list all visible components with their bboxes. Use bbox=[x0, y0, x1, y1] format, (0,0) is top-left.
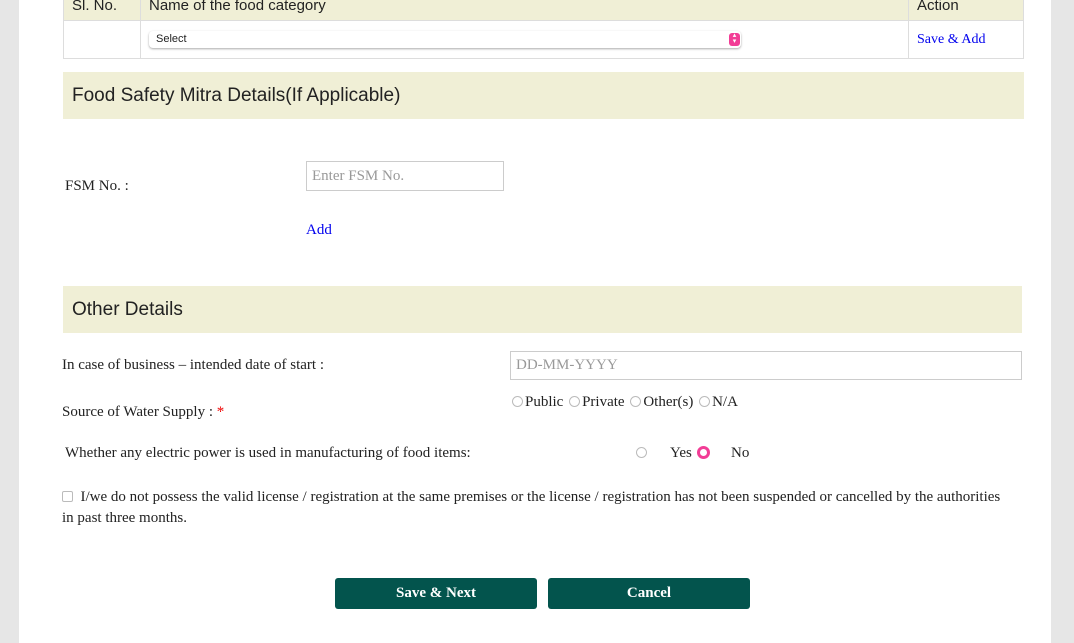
radio-icon[interactable] bbox=[699, 396, 711, 407]
col-sl-no: Sl. No. bbox=[63, 0, 141, 21]
fsm-section-header: Food Safety Mitra Details(If Applicable) bbox=[63, 72, 1024, 119]
date-label: In case of business – intended date of s… bbox=[62, 357, 325, 373]
declaration-checkbox[interactable] bbox=[62, 491, 73, 502]
chevron-updown-icon: ▴ ▾ bbox=[729, 32, 740, 46]
col-food-category: Name of the food category bbox=[140, 0, 909, 21]
radio-icon[interactable] bbox=[569, 396, 581, 407]
col-action: Action bbox=[908, 0, 1024, 21]
food-category-table: Sl. No. Name of the food category Action S… bbox=[63, 0, 1024, 59]
water-others[interactable]: Other(s) bbox=[628, 394, 693, 410]
power-yes-label: Yes bbox=[670, 445, 692, 461]
water-private[interactable]: Private bbox=[567, 394, 625, 410]
power-no-radio[interactable] bbox=[697, 446, 710, 459]
water-na[interactable]: N/A bbox=[697, 394, 738, 410]
other-section-header: Other Details bbox=[63, 286, 1022, 333]
save-next-button[interactable]: Save & Next bbox=[335, 578, 537, 609]
power-label: Whether any electric power is used in ma… bbox=[65, 445, 471, 461]
fsm-label: FSM No. : bbox=[65, 178, 129, 194]
save-add-link[interactable]: Save & Add bbox=[917, 32, 985, 47]
fsm-no-input[interactable] bbox=[306, 161, 504, 191]
radio-icon[interactable] bbox=[512, 396, 523, 407]
water-public[interactable]: Public bbox=[510, 394, 563, 410]
power-yes-radio[interactable] bbox=[636, 447, 647, 458]
food-category-select[interactable]: Select ▴ ▾ bbox=[149, 31, 741, 48]
cancel-button[interactable]: Cancel bbox=[548, 578, 750, 609]
form-page: Sl. No. Name of the food category Action S… bbox=[19, 0, 1051, 643]
radio-icon[interactable] bbox=[630, 396, 642, 407]
water-radio-group: Public Private Other(s) N/A bbox=[510, 394, 738, 411]
declaration: I/we do not possess the valid license / … bbox=[62, 489, 1001, 526]
water-label: Source of Water Supply : * bbox=[62, 404, 225, 420]
start-date-input[interactable] bbox=[510, 351, 1022, 380]
power-no-label: No bbox=[731, 445, 750, 461]
fsm-add-link[interactable]: Add bbox=[306, 222, 332, 239]
